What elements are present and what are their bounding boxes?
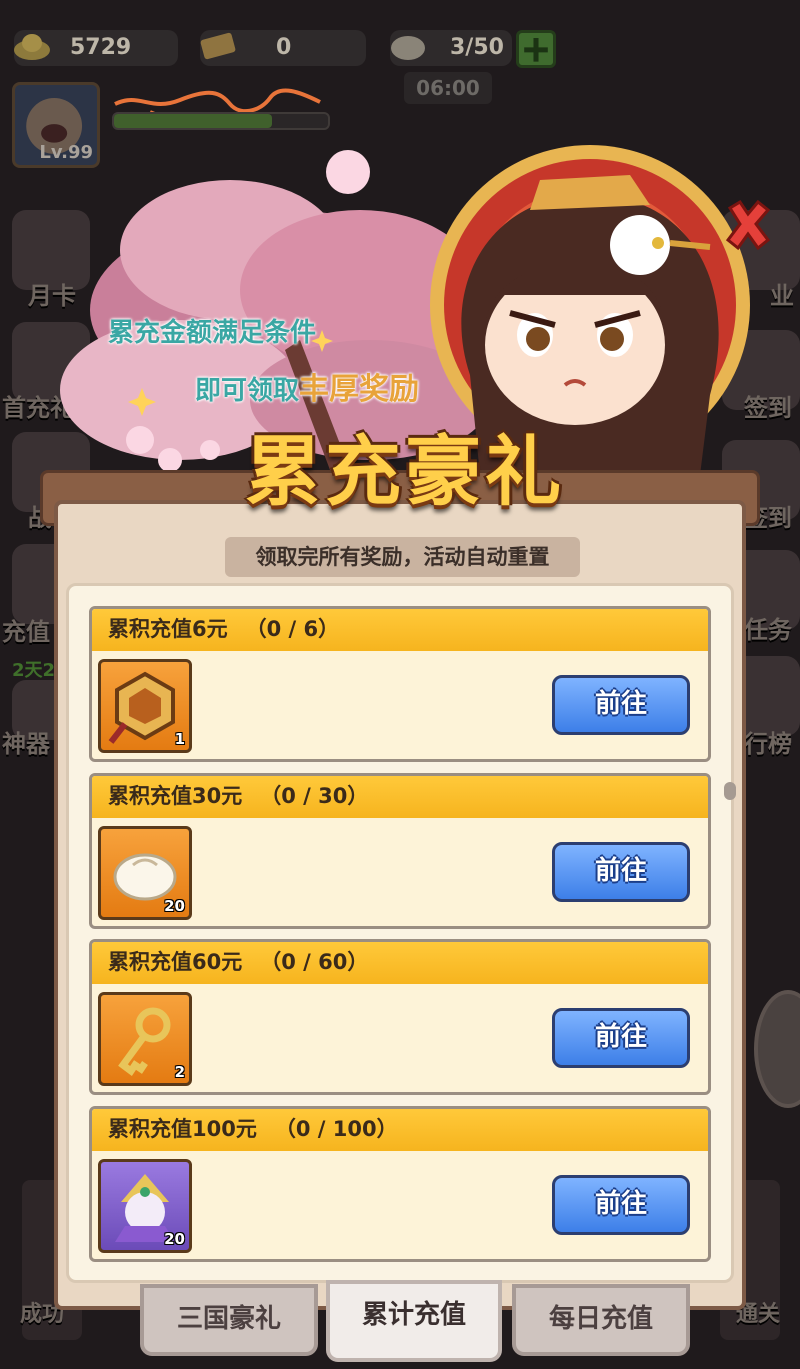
goto-button[interactable]: 前往 [552,675,690,735]
tier-header: 累积充值6元 （0 / 6） [92,609,708,651]
ticket-icon [200,32,236,60]
banner-line-2: 即可领取丰厚奖励 [195,364,419,408]
add-stamina-button[interactable] [516,30,556,68]
tab-cumulative-recharge[interactable]: 累计充值 [326,1280,502,1362]
ticket-counter: 0 [200,30,366,66]
tab-three-kingdoms-gift[interactable]: 三国豪礼 [140,1284,318,1356]
goto-button[interactable]: 前往 [552,1008,690,1068]
reward-count: 1 [174,730,185,748]
close-button[interactable] [722,198,774,254]
plus-icon [524,38,548,62]
tier-progress: （0 / 6） [245,617,340,641]
side-right-label-4: 行榜 [744,730,792,758]
timer-box: 06:00 [404,72,492,104]
banner-line-2-highlight: 丰厚奖励 [299,372,420,407]
reward-slot[interactable]: 20 [98,1159,192,1253]
reward-count: 2 [174,1063,185,1081]
tier-title: 累积充值30元 （0 / 30） [108,780,368,810]
tier-title: 累积充值100元 （0 / 100） [108,1113,398,1143]
popup-subtitle: 领取完所有奖励，活动自动重置 [225,537,580,577]
tier-label: 累积充值100元 [108,1117,257,1141]
stamina-value: 3/50 [450,35,504,60]
banner-line-1: 累充金额满足条件 [108,318,317,348]
tier-row: 累积充值100元 （0 / 100） 20 前往 [89,1106,711,1262]
close-icon [725,199,771,251]
tier-progress: （0 / 30） [260,784,369,808]
side-round-button[interactable] [754,990,800,1108]
scroll-indicator[interactable] [724,782,736,800]
reward-slot[interactable]: 20 [98,826,192,920]
reward-count: 20 [164,897,185,915]
reward-slot[interactable]: 1 [98,659,192,753]
gold-counter: 5729 [14,30,178,66]
gold-value: 5729 [70,35,132,60]
tier-header: 累积充值100元 （0 / 100） [92,1109,708,1151]
tier-label: 累积充值60元 [108,950,243,974]
side-label-3: 充值 [2,618,50,646]
timer-value: 06:00 [416,76,480,100]
tier-row: 累积充值30元 （0 / 30） 20 前往 [89,773,711,929]
reward-count: 20 [164,1230,185,1248]
side-timer-label: 2天2 [12,660,56,681]
tier-header: 累积充值60元 （0 / 60） [92,942,708,984]
tier-label: 累积充值6元 [108,617,228,641]
goto-button[interactable]: 前往 [552,1175,690,1235]
banner-line-2-prefix: 即可领取 [195,376,300,406]
side-right-label-3: 任务 [744,616,792,644]
tier-header: 累积充值30元 （0 / 30） [92,776,708,818]
tier-row: 累积充值60元 （0 / 60） 2 前往 [89,939,711,1095]
stamina-counter: 3/50 [390,30,512,66]
stamina-bun-icon [391,36,425,60]
gold-ingot-icon [14,34,50,60]
tier-label: 累积充值30元 [108,784,243,808]
tier-progress: （0 / 60） [260,950,369,974]
tier-progress: （0 / 100） [274,1117,398,1141]
side-label-4: 神器 [2,730,50,758]
goto-button[interactable]: 前往 [552,842,690,902]
popup-title: 累充豪礼 [245,427,565,516]
tier-title: 累积充值60元 （0 / 60） [108,946,368,976]
exp-bar [112,112,330,130]
reward-slot[interactable]: 2 [98,992,192,1086]
tier-title: 累积充值6元 （0 / 6） [108,613,339,643]
ticket-value: 0 [276,35,292,60]
popup-subtitle-text: 领取完所有奖励，活动自动重置 [255,545,550,569]
tier-row: 累积充值6元 （0 / 6） 1 前往 [89,606,711,762]
tab-daily-recharge[interactable]: 每日充值 [512,1284,690,1356]
